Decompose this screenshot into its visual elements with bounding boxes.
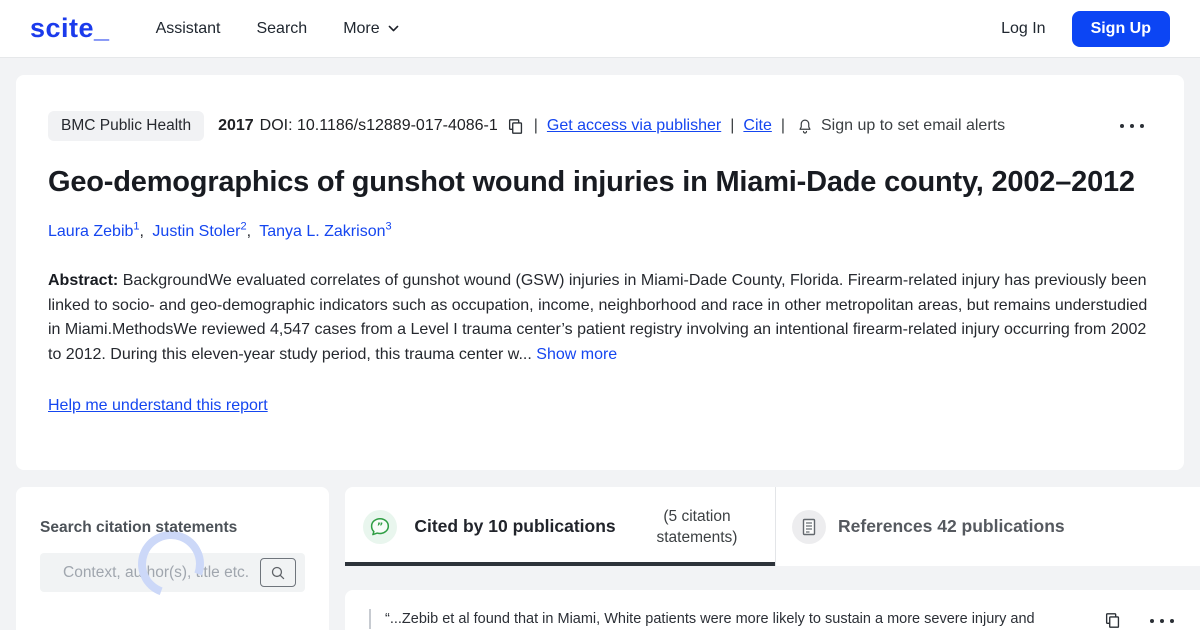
paper-title: Geo-demographics of gunshot wound injuri… (48, 166, 1135, 198)
copy-doi-button[interactable] (506, 117, 525, 136)
bottom-section: Search citation statements ” Cited (0, 487, 1200, 630)
separator: | (780, 117, 785, 134)
abstract: Abstract: BackgroundWe evaluated correla… (48, 269, 1152, 367)
author-link[interactable]: Laura Zebib1 (48, 221, 140, 241)
navbar: scite_ Assistant Search More Log In Sign… (0, 0, 1200, 58)
search-citations-heading: Search citation statements (40, 519, 238, 536)
email-alerts-link[interactable]: Sign up to set email alerts (821, 117, 1005, 135)
author-affiliation-sup: 3 (385, 221, 392, 233)
copy-citation-button[interactable] (1103, 611, 1122, 630)
author-affiliation-sup: 2 (240, 221, 247, 233)
author-name: Tanya L. Zakrison (259, 223, 386, 241)
help-understand-link[interactable]: Help me understand this report (48, 397, 268, 414)
main-nav: Assistant Search More (156, 20, 400, 38)
author-affiliation-sup: 1 (133, 221, 140, 233)
author-name: Laura Zebib (48, 223, 134, 241)
tab-cited-by-label: Cited by 10 publications (414, 516, 616, 536)
show-more-link[interactable]: Show more (536, 346, 617, 363)
bell-icon (796, 117, 814, 136)
citation-quote-icon: ” (363, 509, 397, 544)
signup-button[interactable]: Sign Up (1071, 10, 1170, 47)
tab-references-label: References 42 publications (838, 516, 1065, 536)
tab-cited-by-sublabel: (5 citation statements) (656, 507, 738, 546)
citation-search-box (40, 553, 305, 592)
chevron-down-icon (387, 22, 400, 35)
journal-badge[interactable]: BMC Public Health (48, 111, 205, 141)
publication-year: 2017 (218, 117, 254, 134)
scite-logo[interactable]: scite_ (30, 13, 110, 44)
tabs-row: ” Cited by 10 publications (5 citation s… (345, 487, 1200, 566)
nav-item-search[interactable]: Search (256, 20, 307, 38)
separator: , (246, 223, 252, 241)
abstract-label: Abstract: (48, 272, 119, 290)
copy-icon (1103, 611, 1122, 630)
search-submit-button[interactable] (260, 558, 296, 587)
tab-references[interactable]: References 42 publications (775, 487, 1200, 566)
login-link[interactable]: Log In (1001, 20, 1045, 38)
separator: | (533, 117, 538, 134)
author-link[interactable]: Tanya L. Zakrison3 (259, 221, 392, 241)
tab-cited-by[interactable]: ” Cited by 10 publications (5 citation s… (345, 487, 775, 566)
separator: | (730, 117, 735, 134)
doi-text: DOI: 10.1186/s12889-017-4086-1 (259, 117, 498, 134)
references-document-icon (792, 509, 826, 544)
paper-meta-row: BMC Public Health 2017 DOI: 10.1186/s128… (48, 111, 1152, 141)
citation-statement-text: “...Zebib et al found that in Miami, Whi… (369, 609, 1035, 629)
citations-column: ” Cited by 10 publications (5 citation s… (345, 487, 1200, 630)
nav-item-more-label: More (343, 19, 380, 37)
search-icon (270, 565, 286, 581)
copy-icon (506, 117, 525, 136)
separator: , (139, 223, 144, 241)
cite-link[interactable]: Cite (743, 117, 771, 135)
citation-search-panel: Search citation statements (16, 487, 329, 630)
citation-actions (1103, 609, 1174, 630)
paper-options-button[interactable] (1114, 124, 1152, 128)
publisher-access-link[interactable]: Get access via publisher (547, 117, 721, 135)
nav-item-more[interactable]: More (343, 20, 399, 38)
citation-statement-card: “...Zebib et al found that in Miami, Whi… (345, 590, 1200, 630)
authors-row: Laura Zebib1, Justin Stoler2, Tanya L. Z… (48, 221, 1152, 241)
citation-options-button[interactable] (1144, 618, 1174, 623)
paper-card: BMC Public Health 2017 DOI: 10.1186/s128… (16, 75, 1184, 470)
nav-item-assistant[interactable]: Assistant (156, 20, 221, 38)
author-name: Justin Stoler (152, 223, 241, 241)
author-link[interactable]: Justin Stoler2 (152, 221, 247, 241)
svg-text:”: ” (377, 521, 384, 532)
